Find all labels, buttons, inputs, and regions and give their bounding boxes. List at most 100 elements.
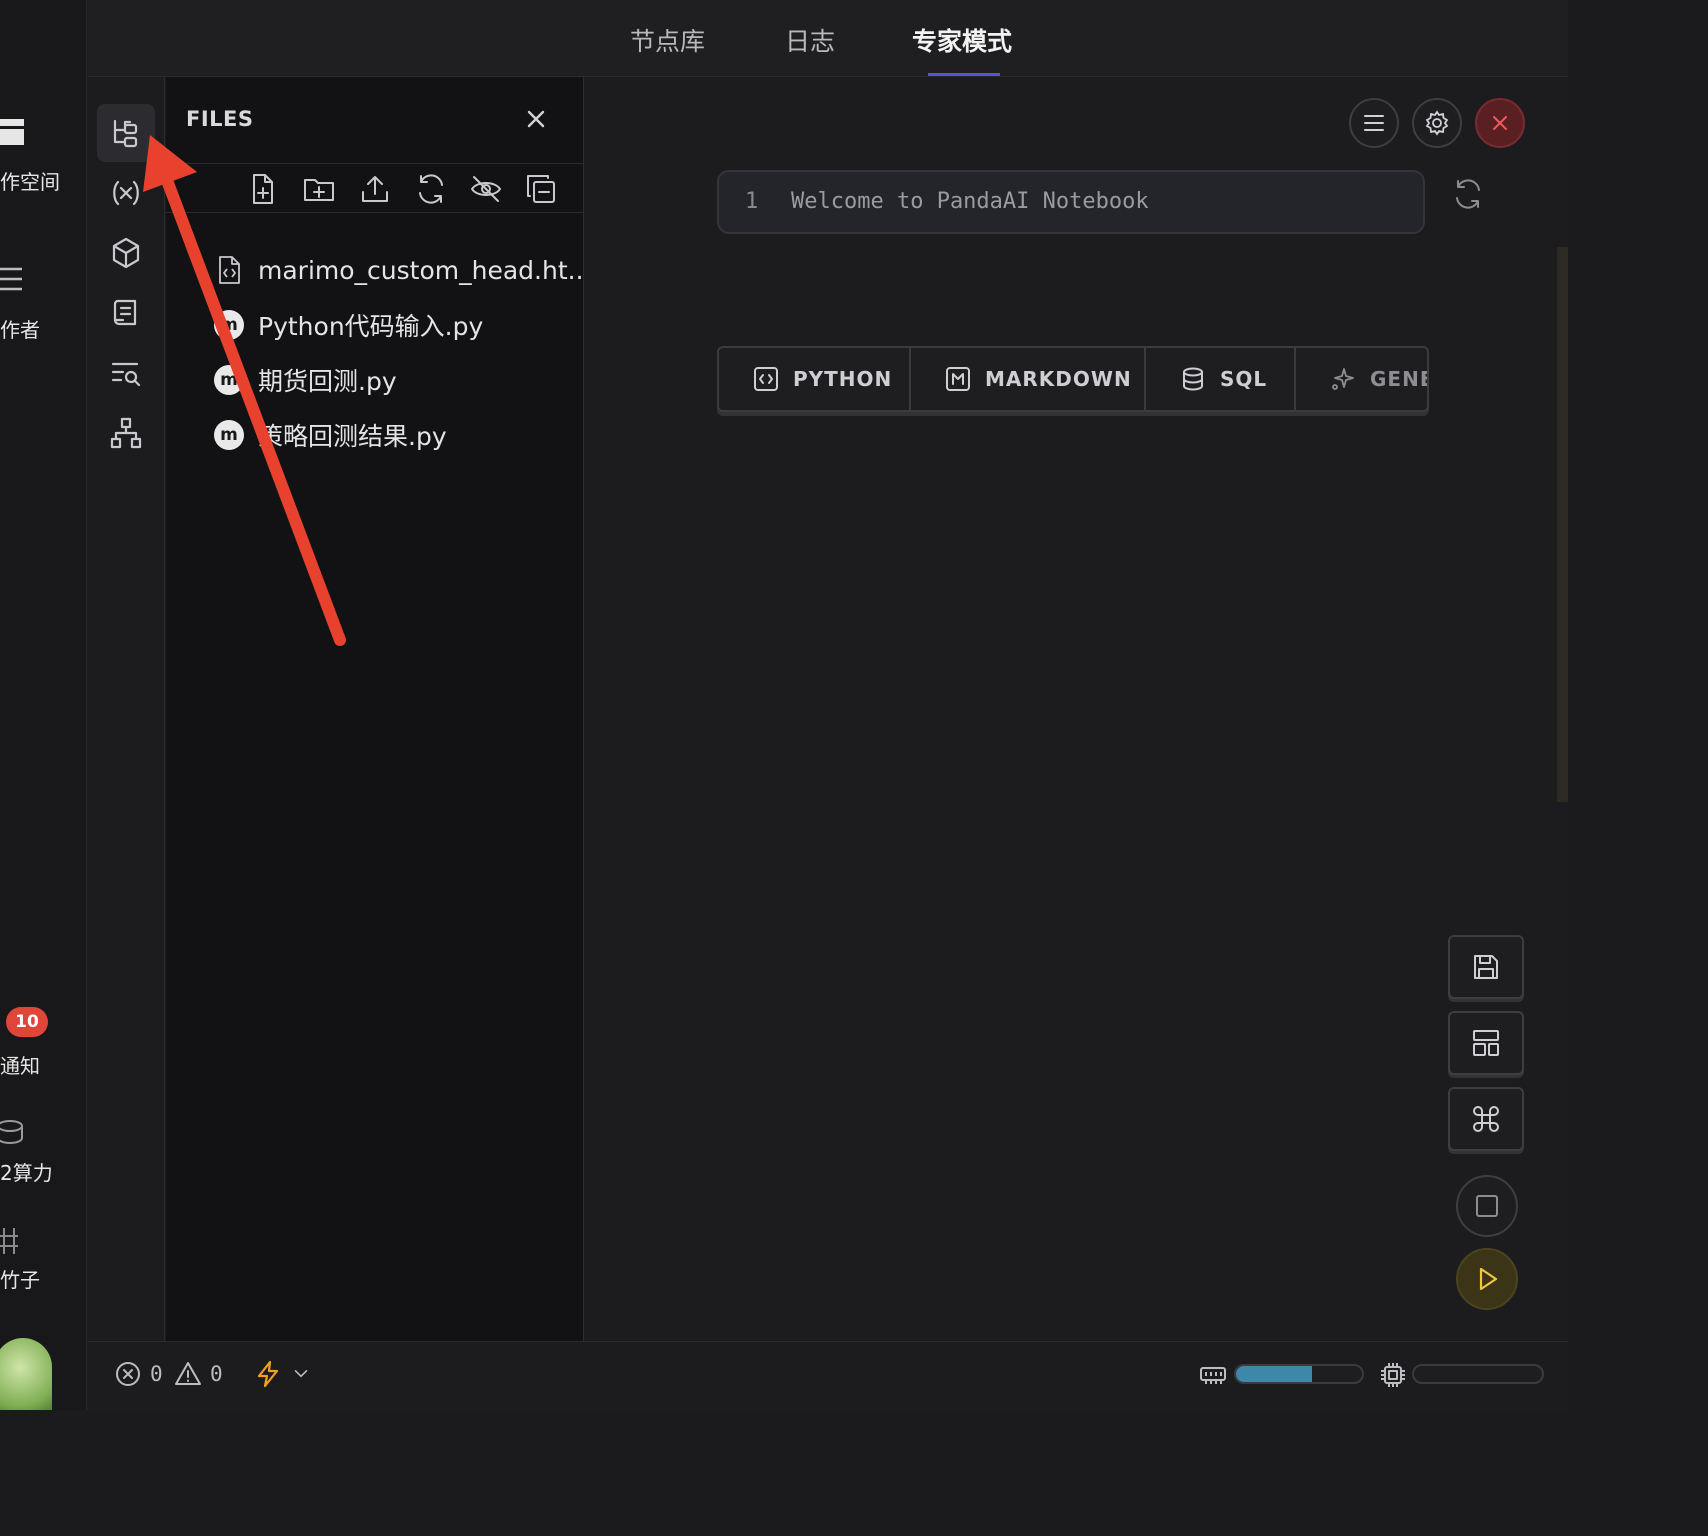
warning-count[interactable]: 0 — [174, 1360, 223, 1388]
new-folder-icon[interactable] — [302, 172, 336, 206]
collapse-icon[interactable] — [524, 172, 558, 206]
file-name: marimo_custom_head.ht... — [258, 255, 592, 285]
cell-type-label: MARKDOWN — [985, 367, 1132, 391]
dependency-graph-icon — [110, 417, 142, 449]
runtime-mode-dropdown[interactable] — [254, 1360, 320, 1388]
database-icon — [1183, 367, 1203, 391]
memory-usage-fill — [1236, 1366, 1312, 1382]
warning-count-value: 0 — [210, 1362, 223, 1386]
file-name: Python代码输入.py — [258, 312, 484, 341]
run-button[interactable] — [1456, 1248, 1518, 1310]
activity-bar — [88, 77, 165, 1341]
status-bar: 0 0 — [88, 1341, 1568, 1410]
file-name: 策略回测结果.py — [258, 422, 447, 451]
app-sidebar: 作空间 作者 10 通知 2算力 竹子 — [0, 0, 87, 1410]
file-item[interactable]: m Python代码输入.py — [212, 305, 483, 345]
marimo-icon: m — [212, 308, 246, 342]
sidebar-item-bamboo[interactable]: 竹子 — [0, 1264, 40, 1293]
layout-icon — [1473, 1030, 1499, 1056]
add-generate-cell-button[interactable]: GENE — [1296, 348, 1429, 410]
close-icon — [1493, 116, 1507, 130]
line-number: 1 — [745, 189, 759, 214]
marimo-icon: m — [212, 363, 246, 397]
files-panel-title: FILES — [186, 107, 254, 131]
add-sql-cell-button[interactable]: SQL — [1146, 348, 1296, 410]
add-cell-toolbar: PYTHON MARKDOWN SQL GENE — [717, 346, 1429, 412]
menu-icon — [1364, 115, 1384, 131]
new-file-icon[interactable] — [246, 172, 280, 206]
code-cell[interactable]: 1 Welcome to PandaAI Notebook — [717, 170, 1425, 234]
app-window: 作空间 作者 10 通知 2算力 竹子 节点库 日志 专家模式 FILES ma… — [0, 0, 1568, 1410]
command-palette-button[interactable] — [1448, 1087, 1524, 1151]
error-icon — [116, 1362, 140, 1386]
html-file-icon — [212, 253, 246, 287]
file-item[interactable]: m 策略回测结果.py — [212, 415, 447, 455]
tab-node-library[interactable]: 节点库 — [630, 22, 705, 58]
files-toolbar — [166, 163, 584, 213]
refresh-icon[interactable] — [1451, 177, 1485, 211]
tab-logs[interactable]: 日志 — [785, 22, 835, 58]
cell-type-label: SQL — [1220, 367, 1268, 391]
menu-button[interactable] — [1349, 98, 1399, 148]
bamboo-icon — [0, 1228, 18, 1254]
sidebar-item-compute[interactable]: 2算力 — [0, 1157, 53, 1186]
layout-button[interactable] — [1448, 1011, 1524, 1075]
lightning-icon — [257, 1360, 279, 1388]
cell-type-label: GENE — [1370, 367, 1429, 391]
memory-usage-bar — [1234, 1364, 1364, 1384]
workspace-icon — [0, 119, 24, 145]
stop-icon — [1476, 1195, 1498, 1217]
variables-icon — [113, 180, 139, 206]
hide-icon[interactable] — [469, 172, 503, 206]
play-icon — [1479, 1267, 1498, 1291]
close-icon[interactable] — [522, 105, 550, 133]
tab-expert-mode[interactable]: 专家模式 — [912, 22, 1012, 58]
refresh-icon[interactable] — [414, 172, 448, 206]
minimap — [1557, 247, 1568, 802]
cell-code[interactable]: Welcome to PandaAI Notebook — [791, 189, 1149, 214]
save-button[interactable] — [1448, 935, 1524, 999]
error-count-value: 0 — [150, 1362, 163, 1386]
author-icon — [0, 267, 22, 291]
gear-icon — [1425, 110, 1449, 136]
file-item[interactable]: m 期货回测.py — [212, 360, 397, 400]
cell-type-label: PYTHON — [793, 367, 893, 391]
search-list-icon — [111, 362, 141, 387]
settings-button[interactable] — [1412, 98, 1462, 148]
marimo-icon: m — [212, 418, 246, 452]
sparkle-icon — [1332, 368, 1354, 390]
add-markdown-cell-button[interactable]: MARKDOWN — [911, 348, 1146, 410]
notification-badge: 10 — [6, 1007, 48, 1037]
top-tab-bar: 节点库 日志 专家模式 — [88, 0, 1568, 77]
coins-icon — [0, 1120, 23, 1144]
cpu-usage-bar — [1412, 1364, 1544, 1384]
upload-icon[interactable] — [358, 172, 392, 206]
sidebar-item-workspace[interactable]: 作空间 — [0, 166, 60, 195]
activity-packages[interactable] — [97, 224, 155, 282]
activity-files[interactable] — [97, 104, 155, 162]
stop-button[interactable] — [1456, 1175, 1518, 1237]
warning-icon — [175, 1362, 201, 1385]
active-tab-indicator — [928, 73, 1000, 76]
package-icon — [112, 237, 140, 269]
avatar[interactable] — [0, 1338, 52, 1410]
code-icon — [754, 367, 778, 391]
notebook-area: 1 Welcome to PandaAI Notebook PYTHON MAR… — [585, 77, 1568, 1341]
cpu-icon — [1381, 1363, 1405, 1387]
error-count[interactable]: 0 — [114, 1360, 163, 1388]
command-icon — [1473, 1106, 1499, 1132]
save-icon — [1474, 955, 1498, 979]
activity-outline[interactable] — [97, 284, 155, 342]
memory-icon — [1200, 1367, 1226, 1384]
add-python-cell-button[interactable]: PYTHON — [719, 348, 911, 410]
scroll-icon — [113, 299, 137, 326]
file-tree-icon — [113, 119, 138, 148]
activity-dependencies[interactable] — [97, 404, 155, 462]
file-item[interactable]: marimo_custom_head.ht... — [212, 250, 591, 290]
close-notebook-button[interactable] — [1475, 98, 1525, 148]
activity-variables[interactable] — [97, 164, 155, 222]
activity-search[interactable] — [97, 344, 155, 402]
sidebar-item-author[interactable]: 作者 — [0, 314, 40, 343]
chevron-down-icon — [294, 1370, 308, 1378]
sidebar-item-notifications[interactable]: 通知 — [0, 1050, 40, 1079]
